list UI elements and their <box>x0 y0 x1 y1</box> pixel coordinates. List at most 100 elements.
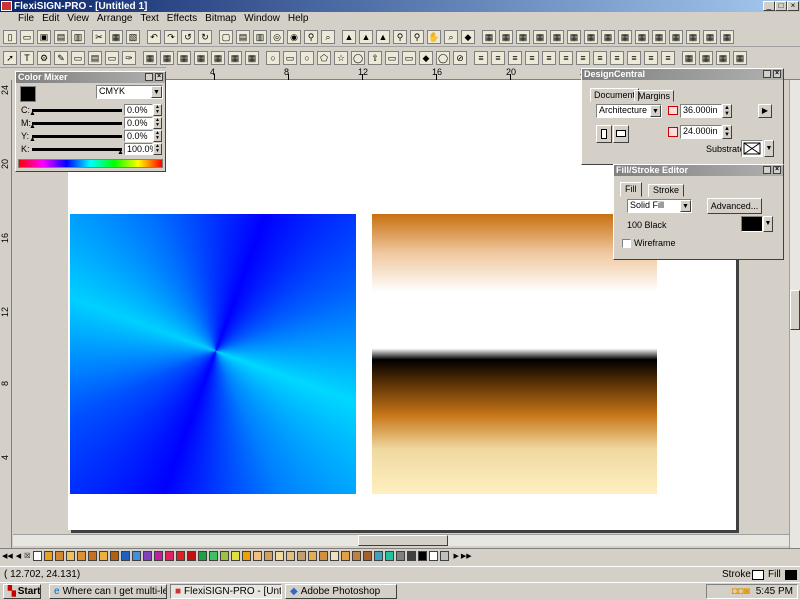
frame-icon[interactable]: ▭ <box>402 50 416 65</box>
palette-swatch[interactable] <box>374 550 384 561</box>
align-icon[interactable]: ▦ <box>618 29 632 44</box>
menu-item-help[interactable]: Help <box>284 12 313 26</box>
palette-swatch[interactable] <box>308 550 318 561</box>
taskbar-item-photoshop[interactable]: ◆ Adobe Photoshop <box>285 584 397 599</box>
effects-icon[interactable]: ▦ <box>716 50 730 65</box>
zoom-fit-icon[interactable]: ⌕ <box>444 29 458 44</box>
palette-swatch[interactable] <box>132 550 142 561</box>
text-tool-icon[interactable]: T <box>20 50 34 65</box>
color-icon[interactable]: ◉ <box>287 29 301 44</box>
palette-swatch[interactable] <box>407 550 417 561</box>
palette-swatch[interactable] <box>396 550 406 561</box>
current-color-swatch[interactable] <box>20 86 36 102</box>
palette-scroll-left-icon[interactable]: ◀◀ <box>2 552 13 560</box>
fill-type-select[interactable]: Solid Fill ▼ <box>627 199 692 213</box>
page-height-input[interactable]: 24.000in <box>680 125 722 139</box>
align-icon[interactable]: ▦ <box>601 29 615 44</box>
nodes-icon[interactable]: ◎ <box>270 29 284 44</box>
channel-slider[interactable] <box>32 135 122 138</box>
panel-close-button[interactable]: × <box>773 70 781 78</box>
distribute-icon[interactable]: ≡ <box>627 50 641 65</box>
landscape-orientation-button[interactable] <box>613 125 629 143</box>
slider-thumb[interactable]: ▲ <box>29 136 36 143</box>
zoom-in-icon[interactable]: ⚲ <box>393 29 407 44</box>
menu-item-file[interactable]: File <box>14 12 38 26</box>
arrange-icon[interactable]: ▦ <box>211 50 225 65</box>
page-size-select[interactable]: Architecture D ▼ <box>596 104 662 118</box>
channel-spinner[interactable]: ▲ ▼ <box>153 130 162 142</box>
tab-document[interactable]: Document <box>590 88 640 102</box>
palette-swatch[interactable] <box>220 550 230 561</box>
taskbar-item-flexisign[interactable]: ■ FlexiSIGN-PRO - [Unti... <box>170 584 282 599</box>
slider-thumb[interactable]: ▲ <box>117 149 124 156</box>
zoom-icon[interactable]: ⚲ <box>304 29 318 44</box>
restore-icon[interactable]: ↻ <box>198 29 212 44</box>
chevron-down-icon[interactable]: ▼ <box>763 216 773 232</box>
arrange-icon[interactable]: ▦ <box>160 50 174 65</box>
layout-icon[interactable]: ▤ <box>236 29 250 44</box>
taskbar-item-browser[interactable]: e Where can I get multi-le... <box>49 584 167 599</box>
chevron-down-icon[interactable]: ▼ <box>764 140 774 157</box>
palette-swatch[interactable] <box>418 550 428 561</box>
circle-icon[interactable]: ◯ <box>436 50 450 65</box>
palette-swatch[interactable] <box>330 550 340 561</box>
channel-spinner[interactable]: ▲ ▼ <box>153 117 162 129</box>
cut-icon[interactable]: ✂ <box>92 29 106 44</box>
panel-close-button[interactable]: × <box>155 73 163 81</box>
fill-swatch[interactable] <box>785 570 797 580</box>
distribute-icon[interactable]: ≡ <box>542 50 556 65</box>
distribute-icon[interactable]: ≡ <box>593 50 607 65</box>
close-button[interactable]: × <box>787 1 799 11</box>
effects-icon[interactable]: ▦ <box>733 50 747 65</box>
palette-scroll-right-icon[interactable]: ▶ <box>453 552 458 560</box>
slider-thumb[interactable]: ▲ <box>29 123 36 130</box>
panel-minimize-button[interactable] <box>145 73 153 81</box>
effects-icon[interactable]: ▦ <box>699 50 713 65</box>
rectangle-icon[interactable]: ▭ <box>283 50 297 65</box>
palette-swatch[interactable] <box>121 550 131 561</box>
vertical-scroll-thumb[interactable] <box>790 290 800 330</box>
distribute-icon[interactable]: ≡ <box>661 50 675 65</box>
horizontal-scroll-thumb[interactable] <box>358 535 448 546</box>
align-icon[interactable]: ▦ <box>516 29 530 44</box>
tab-margins[interactable]: Margins <box>634 90 675 102</box>
palette-swatch[interactable] <box>198 550 208 561</box>
align-icon[interactable]: ▦ <box>703 29 717 44</box>
panel-minimize-button[interactable] <box>763 166 771 174</box>
align-icon[interactable]: ▦ <box>533 29 547 44</box>
shape-tool-icon[interactable]: ▭ <box>105 50 119 65</box>
distribute-icon[interactable]: ≡ <box>576 50 590 65</box>
pan-hand-icon[interactable]: ✋ <box>427 29 441 44</box>
no-color-swatch[interactable]: ☒ <box>24 552 30 560</box>
redo-icon[interactable]: ↷ <box>164 29 178 44</box>
distribute-icon[interactable]: ≡ <box>610 50 624 65</box>
circle-icon[interactable]: ◯ <box>351 50 365 65</box>
palette-swatch[interactable] <box>187 550 197 561</box>
save-icon[interactable]: ▣ <box>37 29 51 44</box>
align-center-icon[interactable]: ≡ <box>491 50 505 65</box>
zoom-out-icon[interactable]: ⚲ <box>410 29 424 44</box>
tab-stroke[interactable]: Stroke <box>648 184 685 197</box>
palette-scroll-right-icon[interactable]: ▶▶ <box>461 552 472 560</box>
distribute-icon[interactable]: ≡ <box>559 50 573 65</box>
palette-swatch[interactable] <box>176 550 186 561</box>
align-icon[interactable]: ▦ <box>482 29 496 44</box>
panel-minimize-button[interactable] <box>763 70 771 78</box>
minimize-button[interactable]: _ <box>763 1 775 11</box>
open-icon[interactable]: ▭ <box>20 29 34 44</box>
palette-swatch[interactable] <box>33 550 43 561</box>
menu-item-bitmap[interactable]: Bitmap <box>201 12 240 26</box>
palette-swatch[interactable] <box>341 550 351 561</box>
palette-swatch[interactable] <box>231 550 241 561</box>
fill-icon[interactable]: ◆ <box>461 29 475 44</box>
channel-value-input[interactable]: 0.0% <box>124 130 153 142</box>
palette-swatch[interactable] <box>275 550 285 561</box>
channel-spinner[interactable]: ▲ ▼ <box>153 143 162 155</box>
align-icon[interactable]: ▦ <box>669 29 683 44</box>
copy-icon[interactable]: ▦ <box>109 29 123 44</box>
panel-close-button[interactable]: × <box>773 166 781 174</box>
color-model-select[interactable]: CMYK ▼ <box>96 85 163 99</box>
table-tool-icon[interactable]: ▤ <box>88 50 102 65</box>
more-options-button[interactable]: ▶ <box>758 104 772 118</box>
align-icon[interactable]: ▦ <box>635 29 649 44</box>
